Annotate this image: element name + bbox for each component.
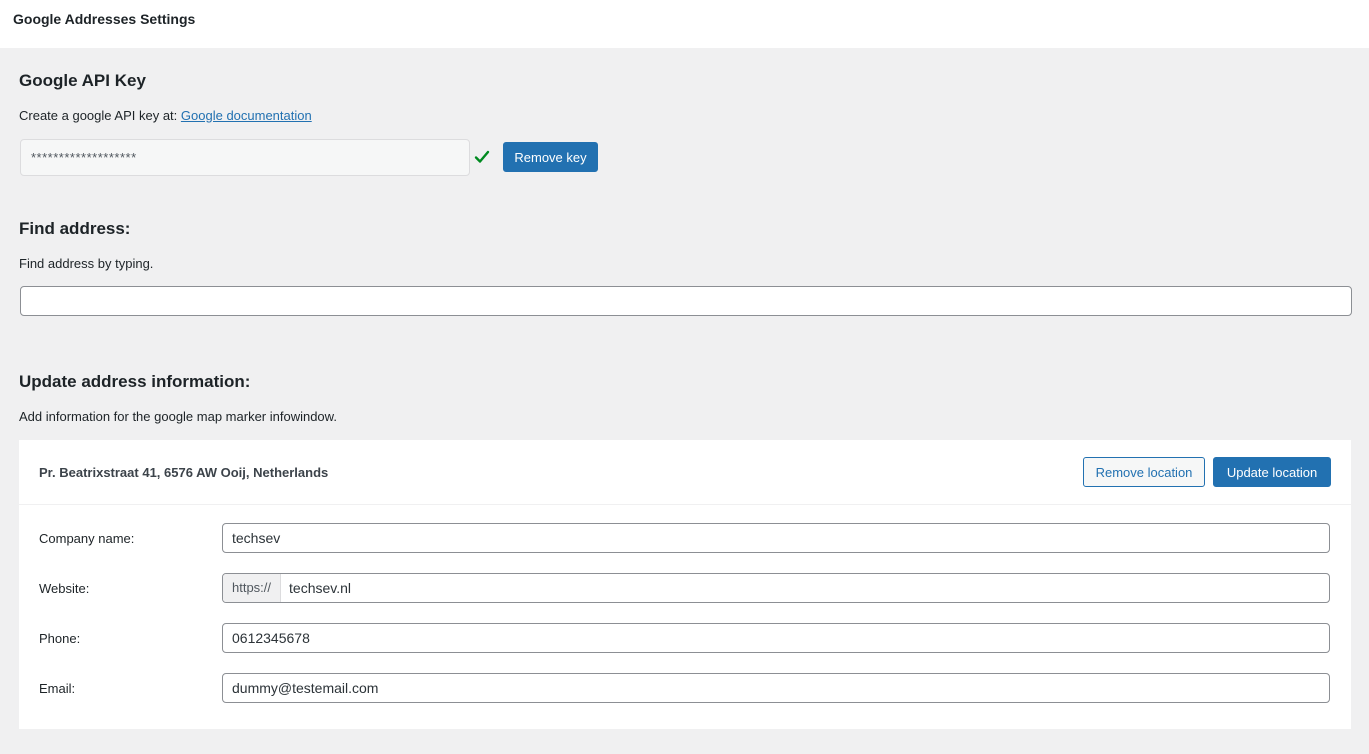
update-location-button[interactable]: Update location [1213,457,1331,487]
top-bar: Google Addresses Settings [0,0,1369,48]
website-prefix: https:// [223,574,282,602]
website-label: Website: [39,581,90,596]
remove-location-button[interactable]: Remove location [1083,457,1205,487]
email-field[interactable]: dummy@testemail.com [222,673,1330,703]
api-key-description: Create a google API key at: Google docum… [19,108,312,123]
checkmark-icon [474,150,490,163]
email-label: Email: [39,681,76,696]
location-card-header: Pr. Beatrixstraat 41, 6576 AW Ooij, Neth… [19,440,1351,505]
location-card: Pr. Beatrixstraat 41, 6576 AW Ooij, Neth… [19,440,1351,729]
location-address: Pr. Beatrixstraat 41, 6576 AW Ooij, Neth… [39,465,329,480]
page-title: Google Addresses Settings [13,11,196,27]
phone-field[interactable]: 0612345678 [222,623,1330,653]
company-name-label: Company name: [39,531,135,546]
find-address-description: Find address by typing. [19,256,154,271]
company-name-field[interactable]: techsev [222,523,1330,553]
website-field[interactable]: https:// techsev.nl [222,573,1330,603]
phone-label: Phone: [39,631,81,646]
find-address-heading: Find address: [19,219,131,238]
api-key-description-text: Create a google API key at: [19,108,178,123]
api-key-input[interactable]: ******************* [20,139,470,176]
api-key-heading: Google API Key [19,71,146,90]
find-address-input[interactable] [20,286,1352,316]
update-address-heading: Update address information: [19,372,251,391]
website-value[interactable]: techsev.nl [281,574,359,602]
google-documentation-link[interactable]: Google documentation [181,108,312,123]
remove-key-button[interactable]: Remove key [503,142,598,172]
update-address-description: Add information for the google map marke… [19,409,337,424]
